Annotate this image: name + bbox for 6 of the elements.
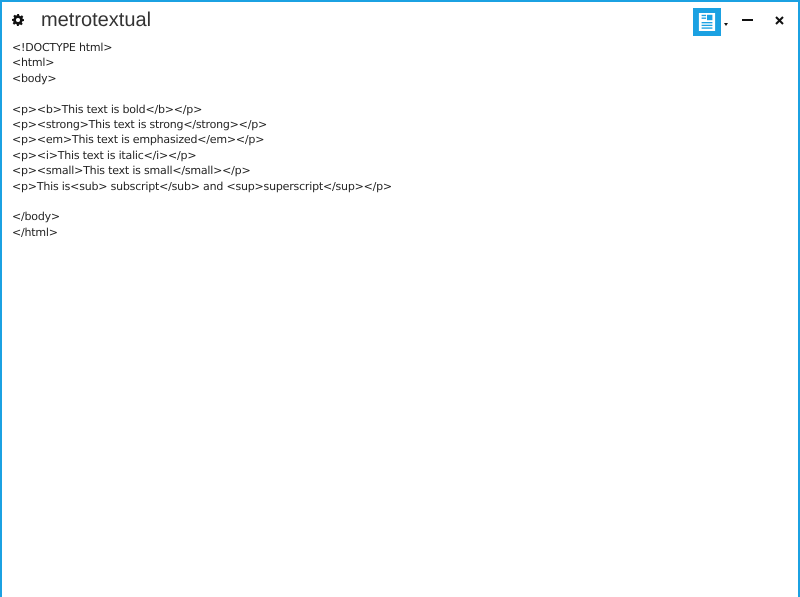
caret-icon[interactable]: [724, 22, 728, 26]
code-editor-text[interactable]: <!DOCTYPE html> <html> <body> <p><b>This text is bold</b></p> <p><strong>This text is strong</strong></p> <p><em>This text is emphasized</em></p> <p><i>This text is italic</i></p> <p><small>This text is small</small></p> <p>This is<sub> subscript</sub> and <sup>superscript</sup></p> </body> </html>: [2, 38, 798, 240]
document-icon: [698, 12, 716, 32]
settings-icon[interactable]: [12, 14, 24, 26]
close-icon[interactable]: [775, 16, 784, 24]
window-title: metrotextual: [41, 8, 152, 32]
